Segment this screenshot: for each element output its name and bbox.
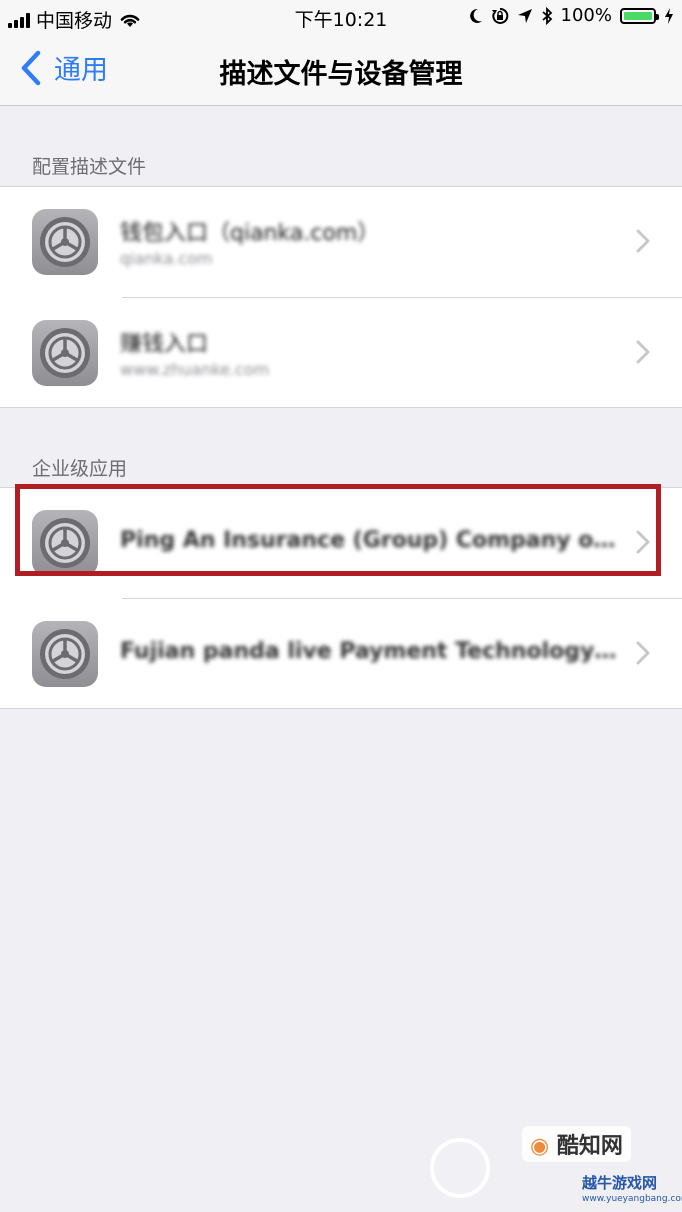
chevron-right-icon (636, 530, 650, 554)
profile-row[interactable]: 钱包入口（qianka.com） qianka.com (0, 187, 682, 297)
watermark-brand: ◉ 酷知网 (522, 1126, 631, 1162)
profile-subtitle: qianka.com (120, 249, 213, 268)
chevron-right-icon (636, 340, 650, 364)
settings-gear-icon (32, 320, 98, 386)
profile-subtitle: www.zhuanke.com (120, 360, 270, 379)
section-header-profiles: 配置描述文件 (32, 156, 147, 178)
battery-percent: 100% (560, 5, 612, 26)
status-right: 100% (469, 5, 674, 26)
back-button[interactable]: 通用 (16, 48, 108, 87)
battery-fill (624, 11, 652, 20)
moon-icon (469, 8, 482, 23)
location-icon (517, 8, 532, 23)
orientation-lock-icon (491, 7, 508, 24)
enterprise-app-row[interactable]: Ping An Insurance (Group) Company of Chi… (0, 488, 682, 598)
settings-gear-icon (32, 510, 98, 576)
section-header-enterprise: 企业级应用 (32, 458, 128, 480)
enterprise-app-row[interactable]: Fujian panda live Payment Technology Co.… (0, 599, 682, 709)
chevron-left-icon (21, 50, 41, 85)
navigation-bar: 通用 描述文件与设备管理 (0, 36, 682, 106)
enterprise-app-title: Fujian panda live Payment Technology Co.… (120, 639, 620, 664)
chevron-right-icon (636, 641, 650, 665)
chevron-right-icon (636, 229, 650, 253)
battery-icon (620, 7, 659, 24)
settings-gear-icon (32, 209, 98, 275)
enterprise-group: Ping An Insurance (Group) Company of Chi… (0, 487, 682, 709)
charging-icon (665, 7, 673, 24)
watermark-url: www.yueyangbang.com (582, 1194, 682, 1204)
status-bar: 中国移动 下午10:21 100% (0, 0, 682, 36)
enterprise-app-title: Ping An Insurance (Group) Company of Chi… (120, 528, 620, 553)
profiles-group: 钱包入口（qianka.com） qianka.com 赚钱入口 www.zhu… (0, 186, 682, 408)
settings-gear-icon (32, 621, 98, 687)
watermark: ◉ 酷知网 越牛游戏网 www.yueyangbang.com (430, 1120, 682, 1212)
profile-row[interactable]: 赚钱入口 www.zhuanke.com (0, 298, 682, 408)
watermark-logo-icon (430, 1138, 490, 1198)
profile-title: 钱包入口（qianka.com） (120, 221, 380, 246)
watermark-name: 越牛游戏网 (582, 1174, 658, 1192)
profile-title: 赚钱入口 (120, 332, 209, 357)
bluetooth-icon (541, 6, 552, 25)
back-button-label: 通用 (54, 55, 108, 86)
